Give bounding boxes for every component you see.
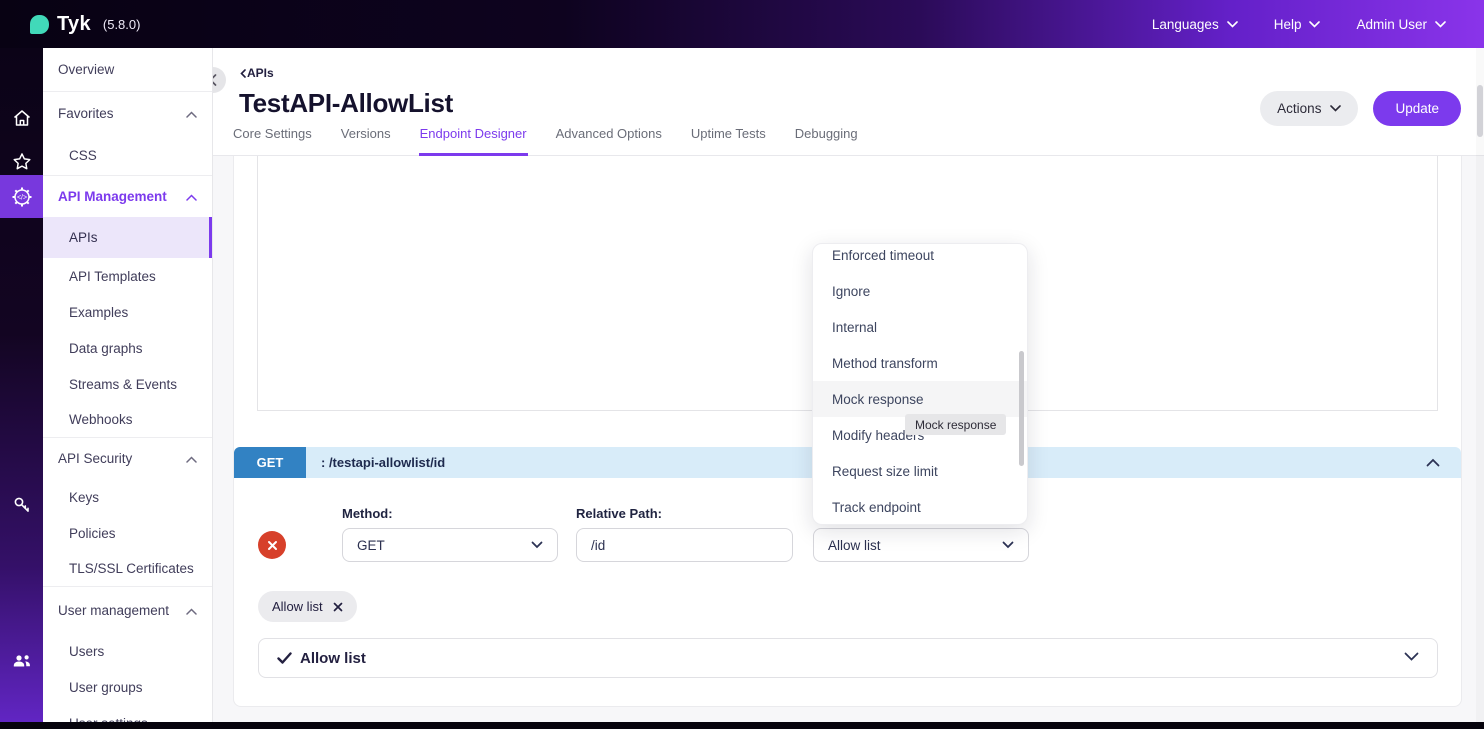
menu-item-enforced-timeout[interactable]: Enforced timeout — [813, 244, 1027, 273]
languages-menu[interactable]: Languages — [1152, 17, 1238, 32]
menu-item-internal[interactable]: Internal — [813, 309, 1027, 345]
selected-plugin-tag: Allow list — [258, 591, 357, 622]
sidebar-item-api-templates[interactable]: API Templates — [43, 258, 212, 294]
method-select[interactable]: GET — [342, 528, 558, 562]
chevron-left-icon — [240, 68, 246, 78]
svg-text:</>: </> — [16, 195, 26, 202]
actions-button[interactable]: Actions — [1260, 91, 1359, 126]
page-title: TestAPI-AllowList — [239, 88, 453, 118]
topbar-menus: Languages Help Admin User — [1152, 17, 1484, 32]
chevron-up-icon — [186, 603, 197, 618]
method-label: Method: — [342, 506, 393, 521]
tab-advanced-options[interactable]: Advanced Options — [555, 126, 663, 156]
check-icon — [277, 652, 292, 664]
menu-scrollbar-thumb[interactable] — [1019, 351, 1024, 466]
tab-versions[interactable]: Versions — [340, 126, 392, 156]
chevron-down-icon — [1002, 541, 1014, 549]
remove-tag-icon[interactable] — [333, 602, 343, 612]
sidebar-group-api-management[interactable]: API Management — [43, 176, 212, 217]
tab-endpoint-designer[interactable]: Endpoint Designer — [418, 126, 528, 156]
update-button[interactable]: Update — [1373, 91, 1461, 126]
allow-list-section[interactable]: Allow list — [258, 638, 1438, 678]
sidebar-item-streams-events[interactable]: Streams & Events — [43, 366, 212, 402]
sidebar-item-user-groups[interactable]: User groups — [43, 669, 212, 705]
sidebar-item-policies[interactable]: Policies — [43, 515, 212, 551]
endpoint-path: : /testapi-allowlist/id — [321, 455, 446, 470]
tyk-logo[interactable]: Tyk (5.8.0) — [0, 13, 140, 36]
star-icon[interactable] — [0, 151, 43, 173]
tab-debugging[interactable]: Debugging — [794, 126, 859, 156]
chevron-down-icon — [1309, 20, 1321, 28]
sidebar-group-user-management[interactable]: User management — [43, 587, 212, 633]
chevron-down-icon — [531, 541, 543, 549]
key-icon[interactable] — [0, 495, 43, 517]
chevron-up-icon — [186, 451, 197, 466]
menu-item-mock-response[interactable]: Mock response — [813, 381, 1027, 417]
plugins-select[interactable]: Allow list — [813, 528, 1029, 562]
sidebar-item-css[interactable]: CSS — [43, 135, 212, 176]
chevron-down-icon — [1435, 20, 1446, 28]
version-label: (5.8.0) — [102, 16, 141, 32]
menu-item-method-transform[interactable]: Method transform — [813, 345, 1027, 381]
sidebar-item-data-graphs[interactable]: Data graphs — [43, 330, 212, 366]
users-icon[interactable] — [0, 649, 43, 673]
home-icon[interactable] — [0, 107, 43, 129]
tyk-logo-icon — [30, 14, 49, 34]
page-scrollbar-thumb[interactable] — [1477, 85, 1483, 137]
menu-item-track-endpoint[interactable]: Track endpoint — [813, 489, 1027, 524]
mock-response-tooltip: Mock response — [905, 414, 1007, 435]
page-header: APIs TestAPI-AllowList Actions Update Co… — [200, 48, 1484, 156]
delete-endpoint-button[interactable] — [258, 531, 286, 559]
chevron-down-icon — [1330, 105, 1342, 112]
breadcrumb[interactable]: APIs — [240, 66, 274, 80]
sidebar-item-users[interactable]: Users — [43, 633, 212, 669]
api-management-icon[interactable]: </> — [0, 185, 43, 209]
page-scrollbar-track[interactable] — [1476, 48, 1484, 729]
method-badge: GET — [234, 447, 306, 478]
chevron-down-icon — [1226, 20, 1238, 28]
chevron-up-icon — [186, 189, 197, 204]
allow-list-section-title: Allow list — [300, 649, 366, 667]
sidebar-item-tls-ssl-certificates[interactable]: TLS/SSL Certificates — [43, 551, 212, 587]
menu-item-request-size-limit[interactable]: Request size limit — [813, 453, 1027, 489]
tab-bar: Core Settings Versions Endpoint Designer… — [232, 126, 859, 156]
sidebar-group-api-security[interactable]: API Security — [43, 438, 212, 479]
menu-item-ignore[interactable]: Ignore — [813, 273, 1027, 309]
app-window: Tyk (5.8.0) Languages Help Admin User </… — [0, 0, 1484, 729]
sidebar-item-webhooks[interactable]: Webhooks — [43, 402, 212, 438]
help-menu[interactable]: Help — [1274, 17, 1321, 32]
sidebar-item-apis[interactable]: APIs — [43, 217, 212, 258]
sidebar-group-favorites[interactable]: Favorites — [43, 92, 212, 135]
sidebar-item-overview[interactable]: Overview — [43, 48, 212, 92]
x-icon — [267, 540, 278, 551]
chevron-down-icon[interactable] — [1404, 649, 1419, 667]
sidebar-item-keys[interactable]: Keys — [43, 479, 212, 515]
tab-uptime-tests[interactable]: Uptime Tests — [690, 126, 767, 156]
sidebar-item-examples[interactable]: Examples — [43, 294, 212, 330]
tab-core-settings[interactable]: Core Settings — [232, 126, 313, 156]
relative-path-input[interactable]: /id — [576, 528, 793, 562]
relative-path-label: Relative Path: — [576, 506, 662, 521]
top-bar: Tyk (5.8.0) Languages Help Admin User — [0, 0, 1484, 48]
tyk-logo-text: Tyk — [57, 12, 91, 35]
chevron-up-icon — [186, 106, 197, 121]
plugins-dropdown-menu: Enforced timeout Ignore Internal Method … — [812, 243, 1028, 525]
window-bottom-edge — [0, 722, 1484, 729]
admin-user-menu[interactable]: Admin User — [1356, 17, 1446, 32]
chevron-up-icon[interactable] — [1426, 447, 1461, 478]
sidebar: Overview Favorites CSS API Management AP… — [43, 48, 213, 729]
header-buttons: Actions Update — [1260, 91, 1461, 126]
icon-rail: </> — [0, 48, 43, 729]
